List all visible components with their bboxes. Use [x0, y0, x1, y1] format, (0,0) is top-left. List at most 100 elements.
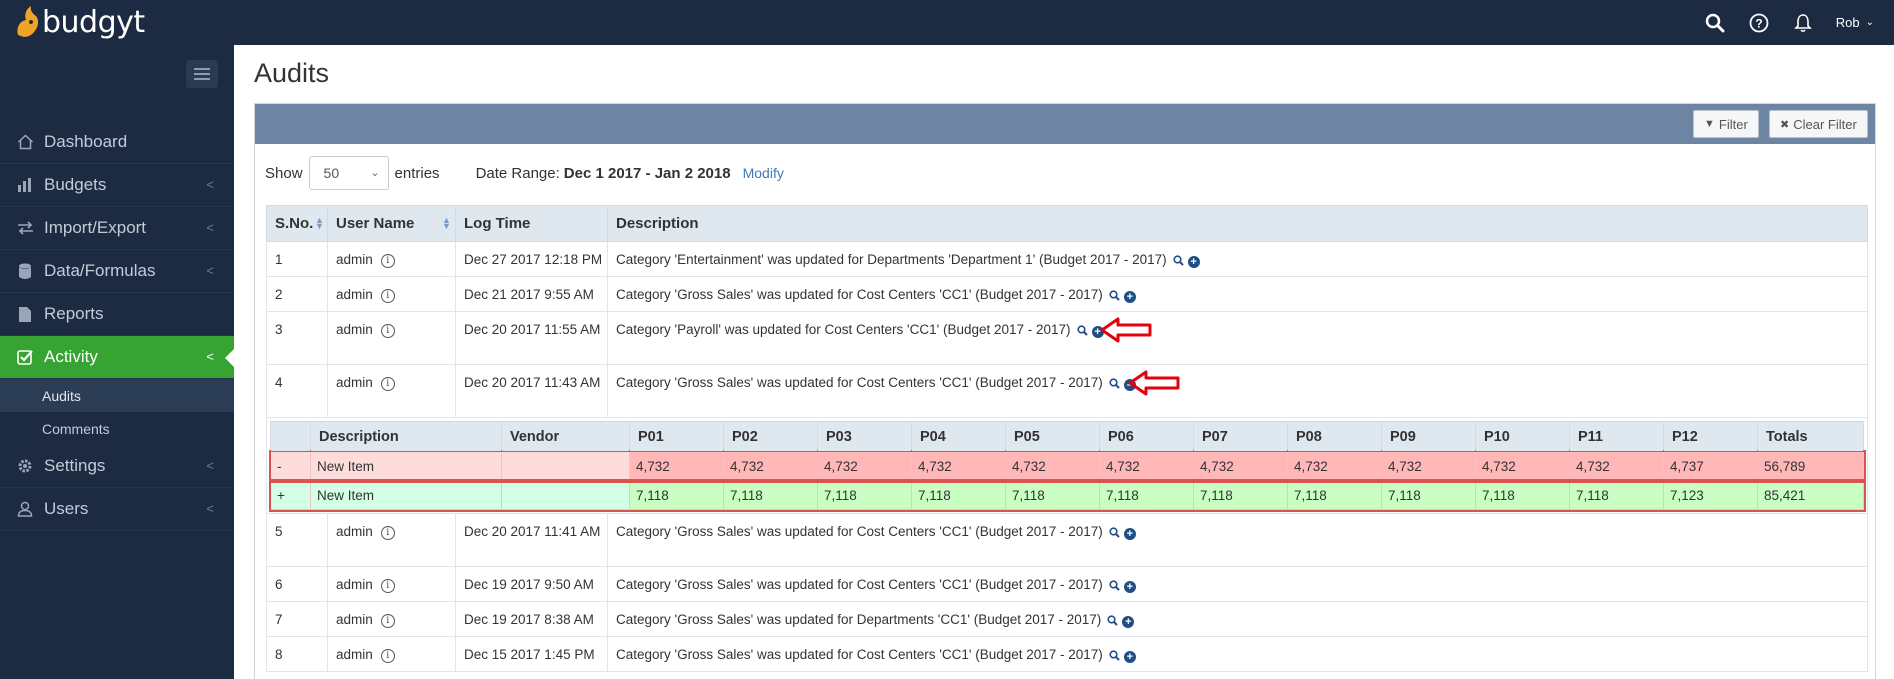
- database-icon: [16, 262, 34, 280]
- sidebar-subitem-label: Comments: [42, 420, 110, 437]
- sort-icon: ▲ ▼: [315, 215, 324, 231]
- chevron-down-icon: ⌄: [370, 167, 380, 179]
- entries-label: entries: [394, 164, 440, 182]
- detail-cell: 7,118: [1005, 480, 1100, 510]
- detail-cell: -: [270, 451, 311, 481]
- audit-table: S.No. ▲ ▼ User Name ▲ ▼ Log Time Description…: [266, 205, 1868, 672]
- detail-cell: 4,732: [911, 451, 1006, 481]
- cell-sno: 3: [266, 311, 328, 365]
- search-icon[interactable]: [1107, 614, 1119, 629]
- table-row: 3 admin i Dec 20 2017 11:55 AM Category '…: [266, 311, 1868, 365]
- red-arrow-annotation: [1128, 370, 1180, 396]
- help-icon[interactable]: ?: [1748, 12, 1770, 34]
- exchange-icon: [16, 219, 34, 237]
- filter-icon: ▼: [1704, 118, 1715, 130]
- detail-header: P12: [1663, 421, 1758, 452]
- expand-plus-icon[interactable]: +: [1187, 255, 1200, 268]
- detail-header: P06: [1099, 421, 1194, 452]
- page-title: Audits: [254, 58, 330, 88]
- info-icon[interactable]: i: [380, 289, 395, 303]
- sidebar-item-label: Users: [44, 499, 89, 518]
- search-icon[interactable]: [1109, 377, 1120, 392]
- cell-sno: 4: [266, 364, 328, 418]
- expand-plus-icon[interactable]: +: [1123, 527, 1136, 540]
- date-range-value: Dec 1 2017 - Jan 2 2018: [563, 164, 731, 182]
- sidebar-item-dashboard[interactable]: Dashboard: [0, 121, 234, 164]
- search-icon[interactable]: [1076, 324, 1088, 339]
- show-label: Show: [265, 164, 303, 182]
- info-icon[interactable]: i: [380, 579, 395, 593]
- menu-toggle-icon[interactable]: [186, 60, 218, 88]
- expand-plus-icon[interactable]: +: [1123, 580, 1136, 593]
- search-icon[interactable]: [1109, 289, 1120, 304]
- cell-description: Category 'Gross Sales' was updated for C…: [607, 364, 1868, 418]
- bell-icon[interactable]: [1792, 12, 1814, 34]
- sidebar-subitem-audits[interactable]: Audits: [0, 379, 234, 412]
- detail-cell: 7,118: [629, 480, 724, 510]
- info-icon[interactable]: i: [380, 526, 395, 540]
- sidebar-nav: Dashboard Budgets < Import/Export < Data…: [0, 121, 235, 531]
- sidebar-item-label: Data/Formulas: [44, 261, 156, 280]
- detail-cell: 4,732: [1475, 451, 1570, 481]
- cell-description: Category 'Entertainment' was updated for…: [607, 241, 1868, 277]
- info-icon[interactable]: i: [380, 649, 395, 663]
- detail-cell: 56,789: [1757, 451, 1864, 481]
- sidebar-item-users[interactable]: Users <: [0, 488, 234, 531]
- column-header-sno[interactable]: S.No. ▲ ▼: [266, 205, 328, 242]
- sidebar-item-label: Dashboard: [44, 132, 128, 151]
- top-navbar: budgyt ? Rob ⌄: [0, 0, 1894, 45]
- detail-cell: 7,123: [1663, 480, 1758, 510]
- search-icon[interactable]: [1109, 526, 1120, 541]
- detail-cell: 4,732: [629, 451, 724, 481]
- filter-button[interactable]: ▼ Filter: [1693, 110, 1759, 138]
- sidebar-subitem-comments[interactable]: Comments: [0, 412, 234, 445]
- search-icon[interactable]: [1109, 579, 1120, 594]
- expand-plus-icon[interactable]: +: [1123, 650, 1136, 663]
- detail-cell: +: [270, 480, 311, 510]
- panel-header: ▼ Filter ✖ Clear Filter: [255, 104, 1875, 144]
- search-icon[interactable]: [1173, 254, 1184, 269]
- chevron-left-icon: <: [206, 458, 214, 473]
- column-header-user-name[interactable]: User Name ▲ ▼: [327, 205, 456, 242]
- sidebar-item-label: Activity: [44, 347, 98, 366]
- sidebar-item-settings[interactable]: Settings <: [0, 445, 234, 488]
- table-row: 1 admin i Dec 27 2017 12:18 PM Category '…: [266, 241, 1868, 277]
- detail-header: P09: [1381, 421, 1476, 452]
- sidebar-item-import-export[interactable]: Import/Export <: [0, 207, 234, 250]
- search-icon[interactable]: [1109, 649, 1120, 664]
- info-icon[interactable]: i: [380, 377, 395, 391]
- cell-user: admin i: [327, 601, 456, 637]
- cell-time: Dec 27 2017 12:18 PM: [455, 241, 608, 277]
- info-icon[interactable]: i: [380, 614, 395, 628]
- search-icon[interactable]: [1704, 12, 1726, 34]
- sidebar-item-reports[interactable]: Reports: [0, 293, 234, 336]
- entries-select[interactable]: 50 ⌄: [308, 156, 389, 190]
- clear-filter-button[interactable]: ✖ Clear Filter: [1769, 110, 1868, 138]
- sidebar-item-label: Budgets: [44, 175, 107, 194]
- cell-time: Dec 21 2017 9:55 AM: [455, 276, 608, 312]
- detail-cell: 85,421: [1757, 480, 1864, 510]
- cell-user: admin i: [327, 566, 456, 602]
- detail-cell: 4,732: [1005, 451, 1100, 481]
- user-icon: [16, 500, 34, 518]
- table-row: 6 admin i Dec 19 2017 9:50 AM Category 'G…: [266, 566, 1868, 602]
- detail-cell: 4,732: [1381, 451, 1476, 481]
- modify-link[interactable]: Modify: [743, 165, 784, 181]
- sidebar-item-label: Settings: [44, 456, 106, 475]
- sidebar-item-activity[interactable]: Activity <: [0, 336, 235, 379]
- info-icon[interactable]: i: [380, 324, 395, 338]
- user-menu[interactable]: Rob ⌄: [1836, 15, 1874, 30]
- cell-description: Category 'Gross Sales' was updated for C…: [607, 513, 1868, 567]
- expand-plus-icon[interactable]: +: [1123, 290, 1136, 303]
- logo[interactable]: budgyt: [14, 2, 145, 42]
- expand-plus-icon[interactable]: +: [1122, 615, 1135, 628]
- sidebar-item-data-formulas[interactable]: Data/Formulas <: [0, 250, 234, 293]
- sidebar-item-label: Import/Export: [44, 218, 147, 237]
- detail-header: Description: [310, 421, 502, 452]
- detail-header: P05: [1005, 421, 1100, 452]
- detail-cell: 7,118: [1287, 480, 1382, 510]
- detail-cell: 7,118: [1099, 480, 1194, 510]
- sidebar-item-budgets[interactable]: Budgets <: [0, 164, 234, 207]
- info-icon[interactable]: i: [380, 254, 395, 268]
- detail-cell: 4,732: [1287, 451, 1382, 481]
